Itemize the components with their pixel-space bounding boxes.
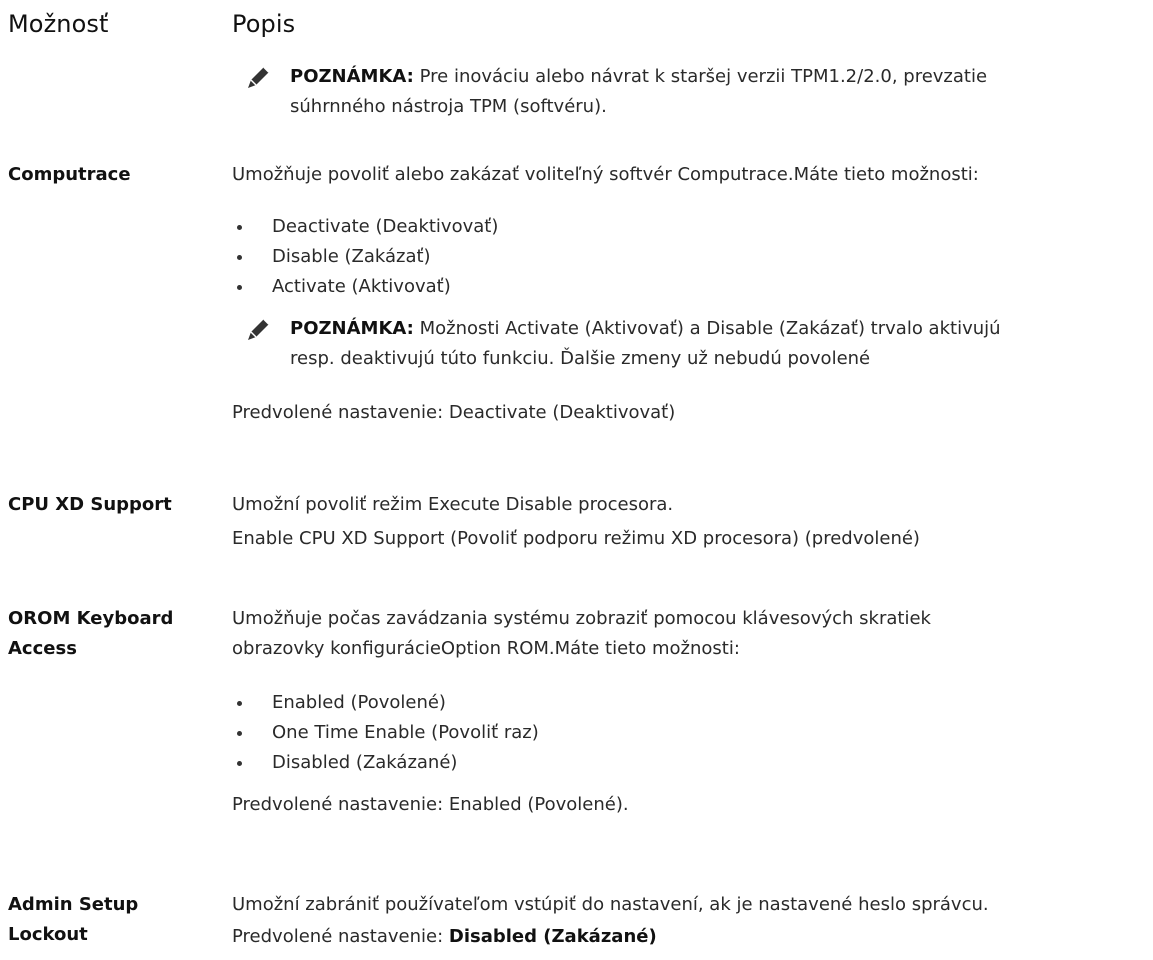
list-item: Activate (Aktivovať) [232,272,498,302]
list-item: Enabled (Povolené) [232,688,539,718]
option-label-orom-keyboard-access: OROM Keyboard Access [8,608,174,659]
orom-default: Predvolené nastavenie: Enabled (Povolené… [232,794,629,815]
note-top: POZNÁMKA: Pre inováciu alebo návrat k st… [290,62,1130,122]
note-text-line1: Pre inováciu alebo návrat k staršej verz… [419,66,988,87]
cpu-xd-default: Enable CPU XD Support (Povoliť podporu r… [232,528,920,549]
computrace-options-list: Deactivate (Deaktivovať) Disable (Zakáza… [232,212,498,302]
option-label-admin-setup-lockout: Admin Setup Lockout [8,894,139,945]
note-title: POZNÁMKA: [290,318,414,339]
list-item: Disable (Zakázať) [232,242,498,272]
admin-default: Predvolené nastavenie: Disabled (Zakázan… [232,926,657,947]
list-item: One Time Enable (Povoliť raz) [232,718,539,748]
list-item: Disabled (Zakázané) [232,748,539,778]
computrace-note: POZNÁMKA: Možnosti Activate (Aktivovať) … [290,314,1130,374]
note-icon [244,314,274,348]
option-label-computrace: Computrace [8,164,131,185]
option-label-cpu-xd-support: CPU XD Support [8,494,172,515]
column-header-description: Popis [232,10,296,38]
orom-description: Umožňuje počas zavádzania systému zobraz… [232,608,931,659]
note-text-line2: resp. deaktivujú túto funkciu. Ďalšie zm… [290,348,871,369]
admin-description: Umožní zabrániť používateľom vstúpiť do … [232,894,989,915]
computrace-default: Predvolené nastavenie: Deactivate (Deakt… [232,402,676,423]
column-header-option: Možnosť [8,10,109,38]
note-text-line2: súhrnného nástroja TPM (softvéru). [290,96,607,117]
cpu-xd-description: Umožní povoliť režim Execute Disable pro… [232,494,674,515]
note-text-line1: Možnosti Activate (Aktivovať) a Disable … [419,318,1001,339]
list-item: Deactivate (Deaktivovať) [232,212,498,242]
computrace-description: Umožňuje povoliť alebo zakázať voliteľný… [232,164,979,185]
note-title: POZNÁMKA: [290,66,414,87]
orom-options-list: Enabled (Povolené) One Time Enable (Povo… [232,688,539,778]
note-icon [244,62,274,96]
